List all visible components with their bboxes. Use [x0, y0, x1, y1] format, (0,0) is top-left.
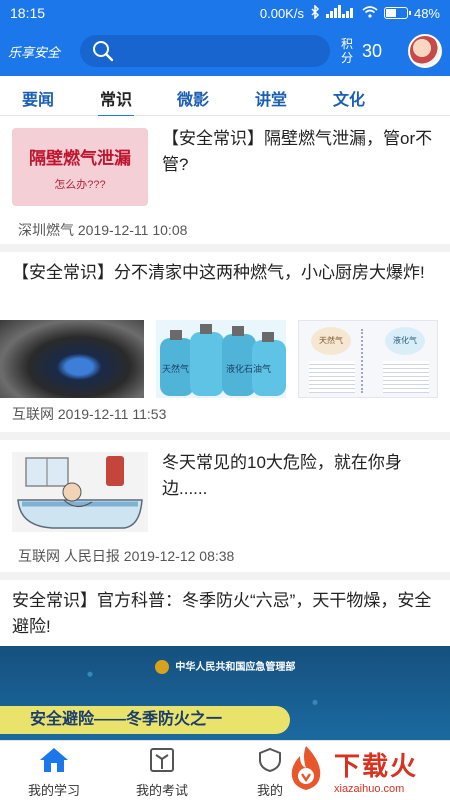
list-item[interactable]: 安全常识】官方科普：冬季防火“六忌”，天干物燥，安全避险! 中华人民共和国应急管… [0, 580, 450, 740]
tab-news[interactable]: 要闻 [22, 86, 54, 110]
points-display[interactable]: 积 分 30 [340, 37, 382, 65]
avatar[interactable] [408, 34, 442, 68]
app-header: 乐享安全 积 分 30 [0, 26, 450, 76]
nav-label: 我的学习 [27, 783, 80, 798]
category-tabs: 要闻 常识 微影 讲堂 文化 [0, 76, 450, 118]
article-feed: 隔壁燃气泄漏 怎么办??? 【安全常识】隔壁燃气泄漏，管or不管? 深圳燃气 2… [0, 116, 450, 740]
article-date: 2019-12-11 10:08 [77, 222, 188, 238]
emblem-icon [154, 660, 169, 675]
points-label-1: 积 [340, 37, 353, 51]
book-icon [149, 747, 175, 776]
banner-text: 安全避险——冬季防火之一 [0, 706, 290, 734]
search-icon [92, 40, 114, 62]
battery-icon [383, 7, 411, 19]
article-source: 深圳燃气 [18, 222, 74, 238]
app-logo: 乐享安全 [8, 45, 61, 61]
battery-percent: 48% [413, 5, 440, 21]
points-label-2: 分 [340, 51, 353, 65]
status-bar: 18:15 0.00K/s 48% [0, 0, 450, 26]
article-title: 【安全常识】分不清家中这两种燃气，小心厨房大爆炸! [12, 263, 425, 282]
article-thumbnail: 隔壁燃气泄漏 怎么办??? [12, 128, 148, 206]
article-source: 互联网 人民日报 [18, 548, 120, 564]
status-time: 18:15 [10, 5, 46, 21]
nav-my-exam[interactable]: 我的考试 [108, 741, 216, 800]
points-value: 30 [362, 40, 383, 61]
network-speed: 0.00K/s [259, 5, 304, 21]
watermark-en: xiazaihuo.com [334, 782, 405, 795]
list-item[interactable]: 【安全常识】分不清家中这两种燃气，小心厨房大爆炸! 天然气 液化石油气 天然气 … [0, 252, 450, 432]
gas-comparison-image: 天然气 液化气 [298, 320, 438, 398]
article-date: 2019-12-12 08:38 [123, 548, 235, 564]
list-item[interactable]: 隔壁燃气泄漏 怎么办??? 【安全常识】隔壁燃气泄漏，管or不管? 深圳燃气 2… [0, 116, 450, 244]
article-title: 冬天常见的10大危险，就在你身边...... [162, 453, 402, 498]
article-source: 互联网 [12, 406, 54, 422]
wifi-icon [362, 5, 378, 21]
signal-icon [325, 5, 356, 21]
search-bar[interactable] [80, 35, 330, 67]
winter-fire-banner: 中华人民共和国应急管理部 安全避险——冬季防火之一 [0, 646, 450, 740]
banner-org: 中华人民共和国应急管理部 [175, 662, 296, 673]
article-title: 【安全常识】隔壁燃气泄漏，管or不管? [162, 129, 433, 174]
article-date: 2019-12-11 11:53 [57, 406, 167, 422]
tab-culture[interactable]: 文化 [333, 86, 365, 110]
nav-my-study[interactable]: 我的学习 [0, 741, 108, 800]
gas-cylinders-image: 天然气 液化石油气 [156, 320, 286, 398]
tab-common-sense[interactable]: 常识 [97, 86, 135, 118]
article-title: 安全常识】官方科普：冬季防火“六忌”，天干物燥，安全避险! [12, 591, 432, 636]
nav-label: 我的考试 [135, 783, 188, 798]
home-icon [39, 747, 69, 776]
watermark-cn: 下载火 [334, 750, 419, 781]
tab-micro-video[interactable]: 微影 [177, 86, 209, 110]
site-watermark: 下载火 xiazaihuo.com [270, 740, 450, 800]
list-item[interactable]: 冬天常见的10大危险，就在你身边...... 互联网 人民日报 2019-12-… [0, 440, 450, 572]
tab-lecture[interactable]: 讲堂 [255, 86, 287, 110]
gas-flame-image [0, 320, 144, 398]
flame-logo-icon [284, 744, 328, 797]
bath-hazard-image [12, 452, 148, 532]
bluetooth-icon [310, 3, 320, 22]
